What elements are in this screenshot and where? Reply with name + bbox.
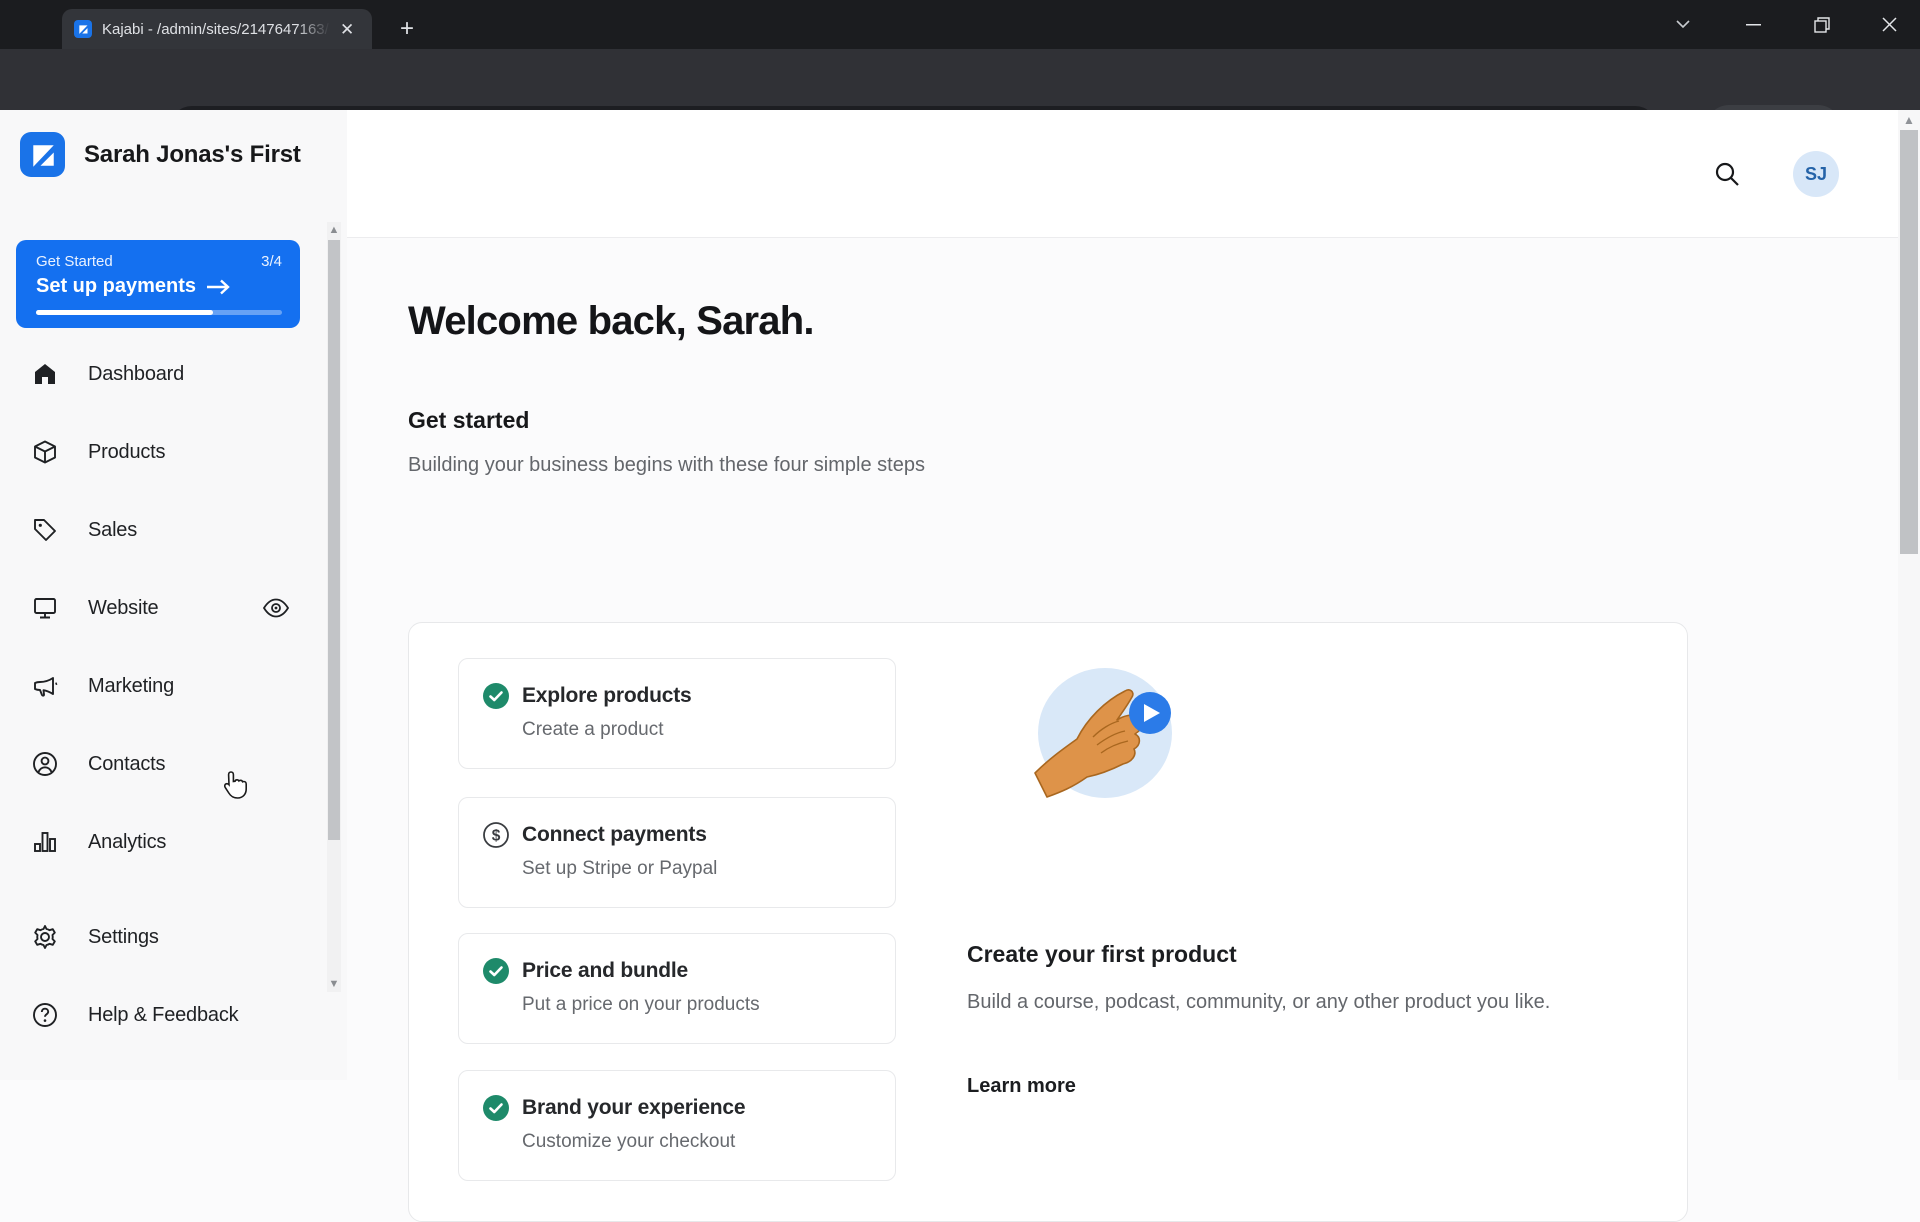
sidebar: Sarah Jonas's First Get Started 3/4 Set … (0, 110, 347, 1080)
person-circle-icon (33, 752, 57, 776)
mouse-cursor-icon (222, 770, 248, 800)
page-scrollbar-thumb[interactable] (1900, 130, 1918, 554)
browser-tab[interactable]: Kajabi - /admin/sites/2147647163/dashboa… (62, 9, 372, 49)
get-started-section-subtitle: Building your business begins with these… (408, 454, 925, 476)
sidebar-nav: Dashboard Products Sales Website Marketi… (0, 335, 320, 881)
sidebar-item-marketing[interactable]: Marketing (0, 647, 320, 725)
tab-close-icon[interactable]: ✕ (340, 21, 354, 38)
sidebar-scrollbar-thumb[interactable] (328, 240, 340, 840)
promo-description: Build a course, podcast, community, or a… (967, 991, 1551, 1013)
learn-more-link[interactable]: Learn more (967, 1075, 1076, 1098)
check-circle-icon (483, 1095, 509, 1121)
get-started-label: Get Started (36, 253, 113, 270)
get-started-card[interactable]: Get Started 3/4 Set up payments (16, 240, 300, 328)
page-scrollbar[interactable]: ▲ (1898, 110, 1920, 1080)
sidebar-scrollbar[interactable]: ▲ ▼ (327, 222, 341, 992)
page-scroll-up-icon[interactable]: ▲ (1898, 110, 1920, 130)
sidebar-scroll-up-icon[interactable]: ▲ (327, 222, 341, 238)
checklist-card-price-and-bundle[interactable]: Price and bundle Put a price on your pro… (458, 933, 896, 1044)
sidebar-item-settings[interactable]: Settings (0, 898, 320, 976)
checklist-card-brand-your-experience[interactable]: Brand your experience Customize your che… (458, 1070, 896, 1181)
kajabi-app: Sarah Jonas's First Get Started 3/4 Set … (0, 110, 1920, 1222)
new-tab-button[interactable]: + (392, 14, 422, 44)
cube-icon (34, 440, 56, 464)
sidebar-item-website[interactable]: Website (0, 569, 320, 647)
tag-icon (34, 519, 56, 541)
arrow-right-icon (207, 279, 230, 294)
get-started-count: 3/4 (261, 253, 282, 270)
sidebar-scroll-down-icon[interactable]: ▼ (327, 976, 341, 992)
monitor-icon (34, 598, 56, 619)
browser-tab-strip: Kajabi - /admin/sites/2147647163/dashboa… (0, 0, 1920, 49)
site-name: Sarah Jonas's First (84, 140, 301, 168)
page-title: Welcome back, Sarah. (408, 299, 814, 343)
check-circle-icon (483, 683, 509, 709)
site-brand[interactable]: Sarah Jonas's First (20, 132, 301, 177)
get-started-cta: Set up payments (36, 275, 197, 297)
dashboard-content: Welcome back, Sarah. Get started Buildin… (347, 239, 1898, 1222)
kajabi-logo-icon (20, 132, 65, 177)
home-icon (35, 364, 55, 384)
bar-chart-icon (34, 832, 56, 852)
sidebar-item-sales[interactable]: Sales (0, 491, 320, 569)
get-started-section-title: Get started (408, 407, 530, 433)
sidebar-item-dashboard[interactable]: Dashboard (0, 335, 320, 413)
window-restore-button[interactable] (1799, 0, 1845, 49)
megaphone-icon (34, 677, 58, 697)
hand-cursor-illustration (1033, 661, 1183, 801)
help-circle-icon (33, 1003, 57, 1027)
sidebar-item-help-feedback[interactable]: Help & Feedback (0, 976, 320, 1054)
search-icon[interactable] (1705, 152, 1749, 196)
gear-icon (34, 925, 56, 949)
sidebar-item-contacts[interactable]: Contacts (0, 725, 320, 803)
window-minimize-button[interactable] (1730, 0, 1776, 49)
get-started-panel: Explore products Create a product $ Conn… (408, 622, 1688, 1222)
browser-toolbar: app.kajabi.com/admin/sites/2147647163/da… (0, 49, 1920, 151)
check-circle-icon (483, 958, 509, 984)
checklist-card-connect-payments[interactable]: $ Connect payments Set up Stripe or Payp… (458, 797, 896, 908)
get-started-progress-track (36, 310, 282, 315)
svg-text:$: $ (492, 828, 501, 845)
avatar[interactable]: SJ (1793, 151, 1839, 197)
tab-title: Kajabi - /admin/sites/2147647163/dashboa… (102, 20, 330, 38)
promo-title: Create your first product (967, 941, 1237, 967)
sidebar-item-products[interactable]: Products (0, 413, 320, 491)
kajabi-favicon-icon (74, 20, 92, 38)
sidebar-footer-nav: Settings Help & Feedback (0, 898, 320, 1054)
checklist-card-explore-products[interactable]: Explore products Create a product (458, 658, 896, 769)
top-header: SJ (347, 110, 1898, 238)
get-started-progress-fill (36, 310, 214, 315)
sidebar-item-analytics[interactable]: Analytics (0, 803, 320, 881)
dollar-circle-icon: $ (483, 822, 509, 848)
website-preview-eye-icon[interactable] (262, 598, 290, 618)
window-close-button[interactable] (1866, 0, 1912, 49)
tab-search-chevron-icon[interactable] (1660, 0, 1706, 49)
